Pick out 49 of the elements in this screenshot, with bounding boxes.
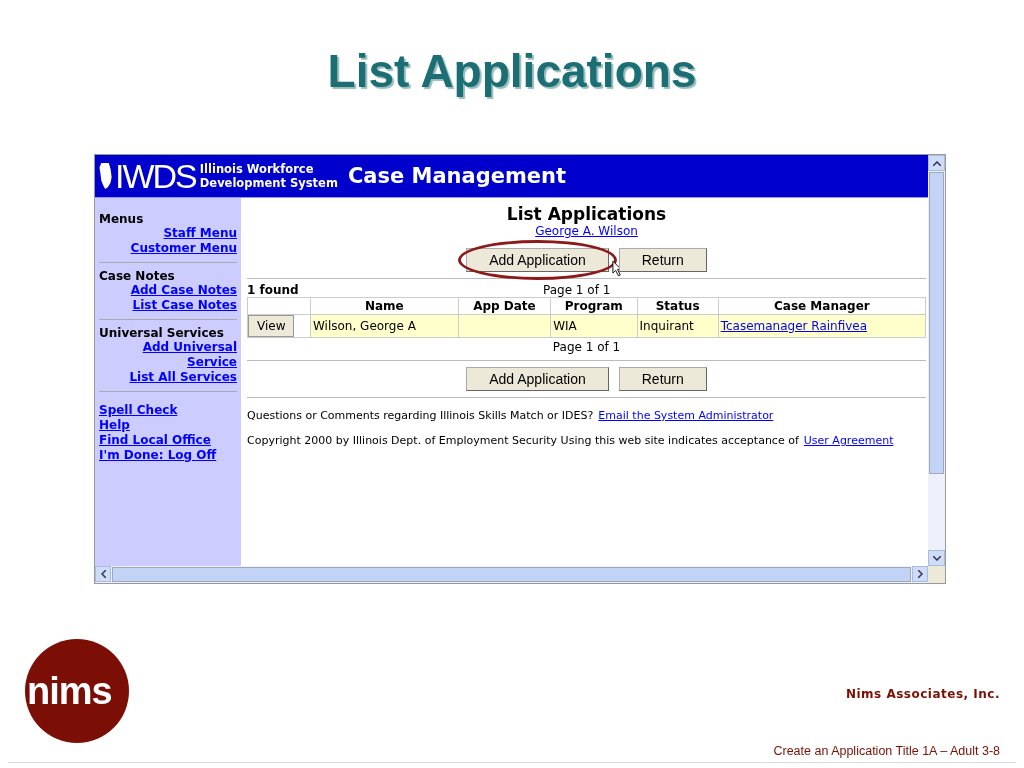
app-title: Case Management bbox=[347, 164, 567, 188]
state-map-icon bbox=[99, 162, 113, 190]
scrollbar-corner bbox=[928, 566, 945, 583]
horizontal-scrollbar[interactable] bbox=[95, 566, 945, 583]
slide-footer: Create an Application Title 1A – Adult 3-8 bbox=[773, 744, 1000, 758]
scroll-up-icon bbox=[932, 160, 941, 166]
page-heading: List Applications bbox=[506, 204, 667, 224]
client-link[interactable]: George A. Wilson bbox=[535, 224, 638, 238]
sidebar-link[interactable]: Find Local Office bbox=[99, 433, 211, 448]
scroll-right-icon bbox=[917, 570, 923, 578]
action-button[interactable]: Return bbox=[618, 367, 707, 391]
table-cell: Wilson, George A bbox=[310, 314, 459, 338]
vertical-scrollbar[interactable] bbox=[928, 155, 945, 566]
slide-title: List Applications bbox=[327, 44, 697, 99]
company-name: Nims Associates, Inc. bbox=[845, 687, 1000, 701]
column-header: Name bbox=[310, 297, 459, 315]
sidebar-link[interactable]: I'm Done: Log Off bbox=[99, 448, 217, 463]
action-button[interactable]: Add Application bbox=[466, 367, 609, 391]
sidebar-link[interactable]: Help bbox=[99, 418, 130, 433]
app-logo: IWDS bbox=[115, 159, 196, 193]
sidebar-heading: Menus bbox=[99, 212, 145, 226]
agreement-link[interactable]: User Agreement bbox=[803, 434, 894, 447]
copyright-text: Copyright 2000 by Illinois Dept. of Employment Security Using this web site indicates acceptance of bbox=[247, 434, 799, 447]
email-link[interactable]: Email the System Administrator bbox=[598, 409, 774, 422]
sidebar-link[interactable]: List All Services bbox=[99, 370, 237, 385]
result-count: 1 found bbox=[247, 283, 300, 297]
company-logo: nims bbox=[25, 639, 129, 743]
sidebar-link[interactable]: Add Case Notes bbox=[99, 283, 237, 298]
column-header: App Date bbox=[458, 297, 551, 315]
sidebar-link[interactable]: Staff Menu bbox=[99, 226, 237, 241]
page-indicator: Page 1 of 1 bbox=[552, 340, 621, 354]
column-header: Status bbox=[637, 297, 719, 315]
column-header: Case Manager bbox=[718, 297, 926, 315]
sidebar-link[interactable]: Add Universal Service bbox=[99, 340, 237, 370]
sidebar-heading: Universal Services bbox=[99, 326, 225, 340]
scroll-down-icon bbox=[932, 555, 941, 561]
page-indicator: Page 1 of 1 bbox=[543, 283, 611, 297]
action-button[interactable]: Add Application bbox=[466, 248, 609, 272]
cursor-icon bbox=[611, 260, 623, 277]
sidebar-link[interactable]: Spell Check bbox=[99, 403, 178, 418]
column-header: Program bbox=[550, 297, 637, 315]
sidebar-link[interactable]: List Case Notes bbox=[99, 298, 237, 313]
sidebar-heading: Case Notes bbox=[99, 269, 176, 283]
view-button[interactable]: View bbox=[248, 315, 295, 337]
sidebar-link[interactable]: Customer Menu bbox=[99, 241, 237, 256]
scroll-left-icon bbox=[100, 570, 106, 578]
org-name: Illinois Workforce Development System bbox=[199, 162, 338, 190]
questions-text: Questions or Comments regarding Illinois Skills Match or IDES? bbox=[247, 409, 594, 422]
action-button[interactable]: Return bbox=[618, 248, 707, 272]
